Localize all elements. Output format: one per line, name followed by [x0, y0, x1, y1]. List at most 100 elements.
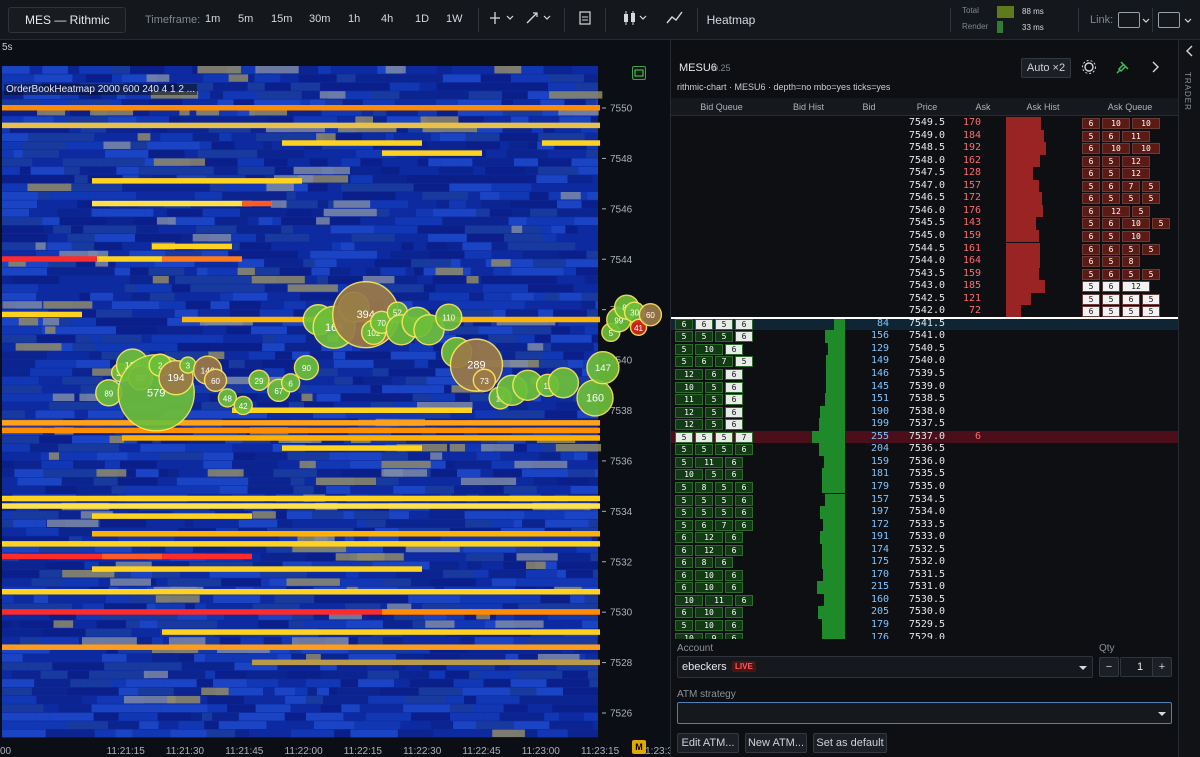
- timeframe-15m[interactable]: 15m: [271, 13, 292, 25]
- ladder-ask-size[interactable]: 170: [961, 117, 1005, 130]
- indicators-button[interactable]: [663, 8, 687, 32]
- ladder-row[interactable]: 7529.0 176 10 9 6: [671, 631, 1179, 639]
- ladder-price[interactable]: 7535.0: [893, 481, 961, 494]
- ladder-bid-size[interactable]: 84: [845, 318, 893, 331]
- ladder-bid-size[interactable]: 145: [845, 381, 893, 394]
- ladder-price[interactable]: 7538.0: [893, 406, 961, 419]
- ladder-price[interactable]: 7539.5: [893, 368, 961, 381]
- ladder-bid-size[interactable]: 255: [845, 431, 893, 444]
- chevron-left-icon[interactable]: [1183, 44, 1197, 58]
- ladder-price[interactable]: 7536.0: [893, 456, 961, 469]
- ladder-row[interactable]: 7531.0 215 6 10 6: [671, 581, 1179, 594]
- ladder-ask-size[interactable]: 159: [961, 268, 1005, 281]
- ladder-price[interactable]: 7545.0: [893, 230, 961, 243]
- ladder-ask-size[interactable]: 176: [961, 205, 1005, 218]
- ladder-bid-size[interactable]: 157: [845, 494, 893, 507]
- ladder-row[interactable]: 7529.5 179 5 10 6: [671, 619, 1179, 632]
- timeframe-1w[interactable]: 1W: [446, 13, 463, 25]
- ladder-price[interactable]: 7542.5: [893, 293, 961, 306]
- ladder-price[interactable]: 7533.5: [893, 519, 961, 532]
- edit-atm-button[interactable]: Edit ATM...: [677, 733, 739, 753]
- ladder-row[interactable]: 7531.5 170 6 10 6: [671, 568, 1179, 582]
- ladder-row[interactable]: 7544.5 161 6 6 5 5: [671, 242, 1179, 256]
- ladder-bid-size[interactable]: 146: [845, 368, 893, 381]
- ladder-row[interactable]: 7540.0 149 5 6 7 5: [671, 355, 1179, 368]
- timeframe-1m[interactable]: 1m: [205, 13, 220, 25]
- chevron-right-icon[interactable]: [1149, 59, 1163, 75]
- ladder-row[interactable]: 7534.0 197 5 5 5 6: [671, 506, 1179, 519]
- ladder-price[interactable]: 7531.0: [893, 581, 961, 594]
- marker-badge[interactable]: M: [632, 740, 646, 754]
- ladder-price[interactable]: 7533.0: [893, 531, 961, 544]
- ladder-row[interactable]: 7542.5 121 5 5 6 5: [671, 292, 1179, 306]
- ladder-price[interactable]: 7537.0: [893, 431, 961, 444]
- ladder-price[interactable]: 7530.5: [893, 594, 961, 607]
- ladder-price[interactable]: 7541.5: [893, 318, 961, 331]
- ladder-price[interactable]: 7548.5: [893, 142, 961, 155]
- ladder-ask-size[interactable]: 159: [961, 230, 1005, 243]
- ladder-bid-size[interactable]: 204: [845, 443, 893, 456]
- ladder-price[interactable]: 7543.0: [893, 280, 961, 293]
- ladder-row[interactable]: 7535.5 181 10 5 6: [671, 468, 1179, 481]
- ladder-bid-size[interactable]: 156: [845, 330, 893, 343]
- ladder-price[interactable]: 7548.0: [893, 155, 961, 168]
- ladder-price[interactable]: 7529.5: [893, 619, 961, 632]
- ladder-row[interactable]: 7545.5 143 5 6 10 5: [671, 217, 1179, 230]
- ladder-row[interactable]: 7545.0 159 6 5 10: [671, 229, 1179, 243]
- timeframe-1d[interactable]: 1D: [415, 13, 429, 25]
- ladder-row[interactable]: 7530.0 205 6 10 6: [671, 606, 1179, 619]
- ladder-price[interactable]: 7529.0: [893, 632, 961, 639]
- ladder-row[interactable]: 7547.0 157 5 6 7 5: [671, 179, 1179, 193]
- ladder-row[interactable]: 7536.5 204 5 5 5 6: [671, 443, 1179, 456]
- ladder-price[interactable]: 7534.0: [893, 506, 961, 519]
- ladder-bid-size[interactable]: 215: [845, 581, 893, 594]
- ladder-bid-size[interactable]: 129: [845, 343, 893, 356]
- ladder-row[interactable]: 7539.5 146 12 6 6: [671, 368, 1179, 381]
- ladder-row[interactable]: 7548.0 162 6 5 12: [671, 154, 1179, 168]
- ladder-bid-size[interactable]: 151: [845, 393, 893, 406]
- ladder-price[interactable]: 7535.5: [893, 468, 961, 481]
- ladder-ask-size[interactable]: 185: [961, 280, 1005, 293]
- ladder-price[interactable]: 7532.5: [893, 544, 961, 557]
- ladder-price[interactable]: 7544.5: [893, 243, 961, 256]
- ladder-price[interactable]: 7546.0: [893, 205, 961, 218]
- ladder-row[interactable]: 7537.5 199 12 5 6: [671, 418, 1179, 431]
- ladder-row[interactable]: 7533.0 191 6 12 6: [671, 531, 1179, 544]
- ladder-ask-size[interactable]: 121: [961, 293, 1005, 306]
- trade-bubble[interactable]: [547, 367, 580, 399]
- ladder-bid-size[interactable]: 199: [845, 418, 893, 431]
- ladder-price[interactable]: 7541.0: [893, 330, 961, 343]
- ladder-row[interactable]: 7549.0 184 5 6 11: [671, 129, 1179, 143]
- orderbook-heatmap[interactable]: 7550754875467544754275407538753675347532…: [0, 40, 670, 757]
- chart-type-button[interactable]: [619, 8, 651, 32]
- ladder-row[interactable]: 7541.5 84 6 6 5 6: [671, 317, 1179, 331]
- layout-selector[interactable]: [1158, 10, 1194, 30]
- ladder-bid-size[interactable]: 172: [845, 519, 893, 532]
- drawing-tool-button[interactable]: [521, 8, 555, 32]
- link-group-selector[interactable]: [1118, 10, 1150, 30]
- ladder-price[interactable]: 7536.5: [893, 443, 961, 456]
- crosshair-tool-button[interactable]: [485, 8, 517, 32]
- symbol-selector[interactable]: MES — Rithmic: [8, 7, 126, 33]
- ladder-row[interactable]: 7530.5 160 10 11 6: [671, 593, 1179, 607]
- ladder-row[interactable]: 7549.5 170 6 10 10: [671, 117, 1179, 130]
- ladder-row[interactable]: 7548.5 192 6 10 10: [671, 142, 1179, 155]
- ladder-row[interactable]: 7532.0 175 6 8 6: [671, 556, 1179, 569]
- ladder-bid-size[interactable]: 181: [845, 468, 893, 481]
- ladder-row[interactable]: 7543.0 185 5 6 12: [671, 280, 1179, 293]
- qty-increment-button[interactable]: +: [1152, 657, 1172, 677]
- ladder-row[interactable]: 7537.0 6 255 5 5 5 7: [671, 430, 1179, 444]
- gear-icon[interactable]: [1081, 59, 1097, 75]
- heatmap-chart-panel[interactable]: 5s 7550754875467544754275407538753675347…: [0, 40, 670, 757]
- ladder-row[interactable]: 7540.5 129 5 10 6: [671, 342, 1179, 356]
- save-layout-button[interactable]: [574, 8, 596, 32]
- ladder-price[interactable]: 7543.5: [893, 268, 961, 281]
- autoscale-toggle[interactable]: [632, 66, 646, 80]
- ladder-price[interactable]: 7537.5: [893, 418, 961, 431]
- ladder-row[interactable]: 7543.5 159 5 6 5 5: [671, 267, 1179, 281]
- timeframe-4h[interactable]: 4h: [381, 13, 393, 25]
- atm-strategy-select[interactable]: [677, 702, 1172, 724]
- ladder-ask-size[interactable]: 6: [961, 431, 1005, 444]
- timeframe-30m[interactable]: 30m: [309, 13, 330, 25]
- ladder-row[interactable]: 7547.5 128 6 5 12: [671, 167, 1179, 180]
